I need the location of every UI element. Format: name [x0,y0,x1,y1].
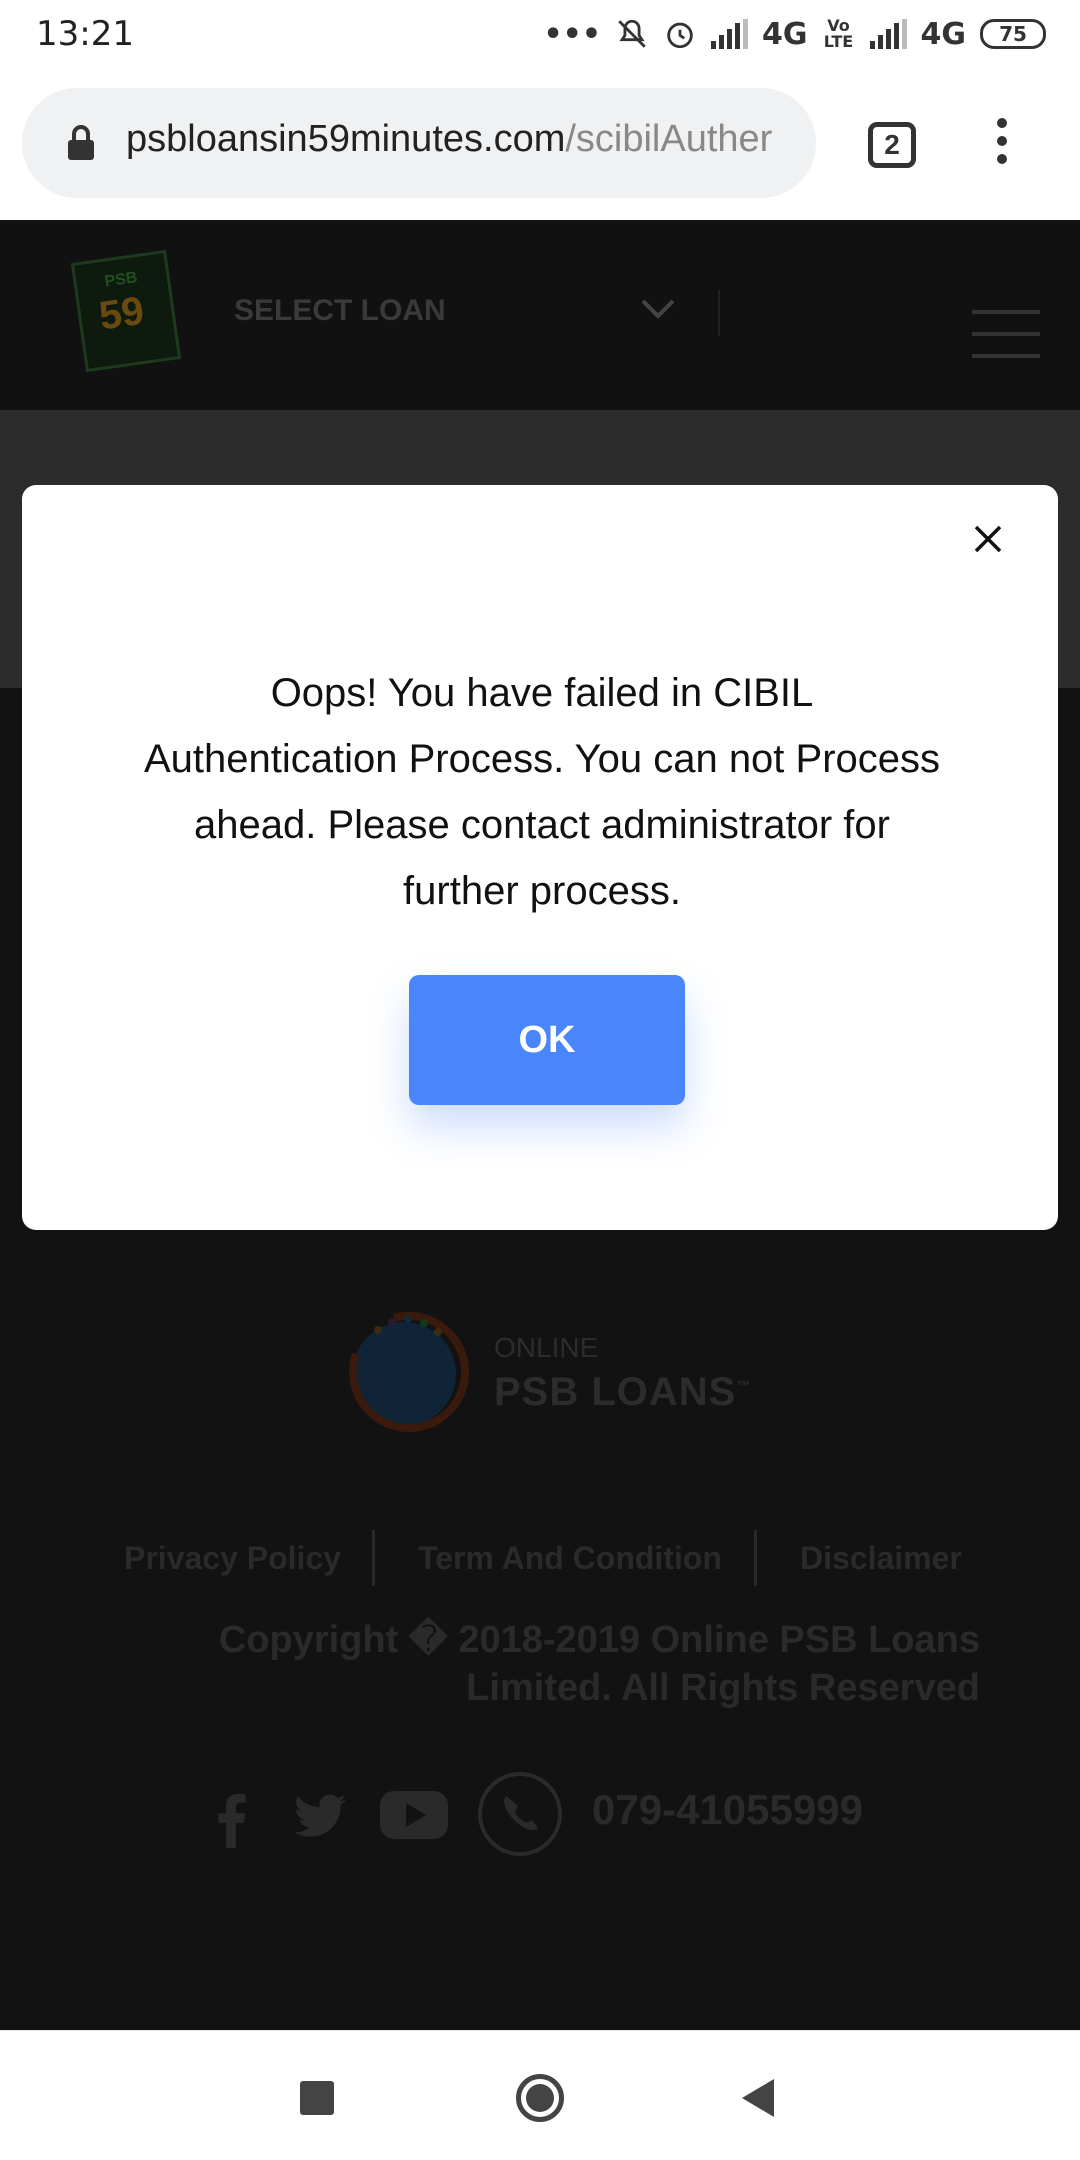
footer-brand-subtitle: ONLINE [494,1332,599,1363]
footer-separator [754,1530,757,1586]
url-text[interactable]: psbloansin59minutes.com/scibilAuther [126,118,806,161]
logo-number: 59 [96,288,147,339]
twitter-icon[interactable] [294,1794,346,1838]
error-modal: Oops! You have failed in CIBIL Authentic… [22,485,1058,1230]
back-button[interactable] [742,2079,774,2117]
volte-icon: Vo LTE [823,16,854,51]
trademark-mark: ™ [736,1377,752,1394]
close-icon[interactable] [964,515,1012,563]
chevron-down-icon[interactable] [640,298,676,320]
footer-brand-title: PSB LOANS™ [494,1370,751,1415]
logo-psb-text: PSB [103,269,139,291]
copyright-text: Copyright � 2018-2019 Online PSB Loans L… [218,1619,980,1709]
modal-message: Oops! You have failed in CIBIL Authentic… [143,671,941,913]
signal-icon [711,19,748,49]
status-bar: 13:21 ••• 4G Vo LTE 4G 75 [0,0,1080,70]
battery-icon: 75 [980,19,1046,49]
network-type-2: 4G [920,16,967,52]
footer-separator [372,1530,375,1586]
browser-toolbar: psbloansin59minutes.com/scibilAuther 2 [0,70,1080,220]
home-button[interactable] [516,2074,564,2122]
alarm-icon [667,22,693,49]
header-divider [718,290,720,336]
privacy-policy-link[interactable]: Privacy Policy [124,1540,341,1577]
lock-icon [68,125,94,160]
facebook-icon[interactable] [212,1790,248,1848]
status-time: 13:21 [36,14,134,54]
footer-links: Privacy Policy Term And Condition Discla… [100,1530,980,1590]
muted-bell-icon [618,19,646,48]
signal-icon-2 [869,19,907,49]
status-icons: ••• 4G Vo LTE 4G 75 [543,12,1046,56]
network-type-1: 4G [762,16,808,52]
youtube-icon[interactable] [380,1790,448,1840]
disclaimer-link[interactable]: Disclaimer [800,1540,962,1577]
social-links: 079-41055999 [200,1766,960,1866]
footer-brand-name: PSB LOANS [494,1370,737,1414]
tab-switcher-button[interactable]: 2 [868,122,916,168]
phone-icon[interactable] [476,1770,564,1858]
url-domain: psbloansin59minutes.com [126,118,566,160]
browser-menu-icon[interactable] [994,118,1010,170]
more-notifications-icon: ••• [543,16,601,52]
footer-phone-number[interactable]: 079-41055999 [592,1786,863,1834]
select-loan-dropdown[interactable]: SELECT LOAN [234,294,446,328]
ok-button[interactable]: OK [409,975,685,1105]
terms-link[interactable]: Term And Condition [418,1540,722,1577]
hamburger-menu-icon[interactable] [972,310,1040,376]
system-navigation-bar [0,2030,1080,2160]
online-psb-loans-logo [349,1312,470,1432]
url-path: /scibilAuther [565,118,773,160]
recent-apps-button[interactable] [300,2081,334,2115]
address-bar[interactable]: psbloansin59minutes.com/scibilAuther [22,88,816,198]
psb59-logo[interactable]: PSB 59 [70,249,182,373]
site-header: PSB 59 SELECT LOAN [0,220,1080,410]
